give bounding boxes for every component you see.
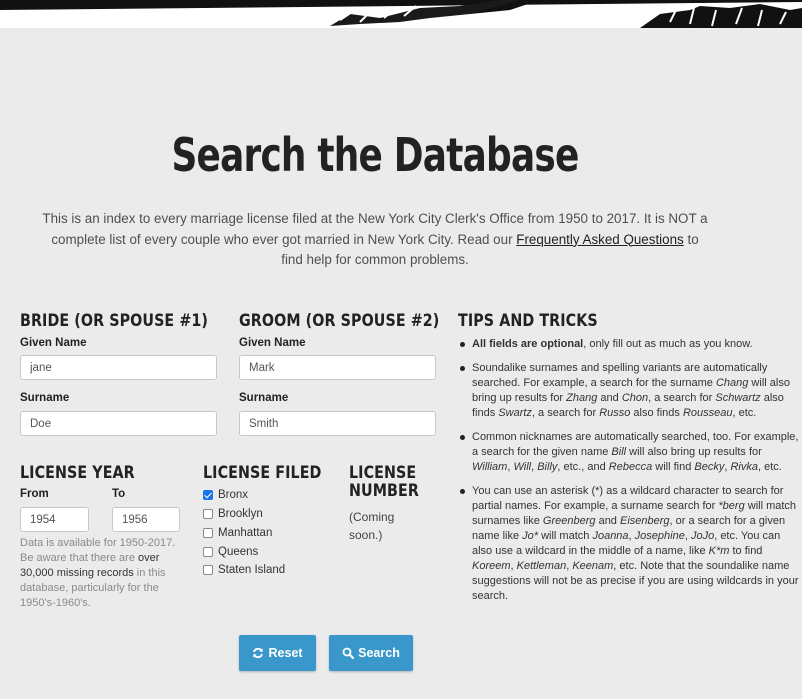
bronx-checkbox[interactable] <box>203 490 213 500</box>
bride-surname-label: Surname <box>20 392 70 404</box>
tip-example: Kettleman <box>516 560 567 572</box>
license-year-heading: LICENSE YEAR <box>20 463 135 483</box>
groom-given-label: Given Name <box>239 337 306 349</box>
queens-label: Queens <box>218 546 259 558</box>
intro-text: This is an index to every marriage licen… <box>40 209 710 271</box>
reset-button[interactable]: Reset <box>239 635 316 671</box>
borough-option-brooklyn[interactable]: Brooklyn <box>203 507 263 521</box>
bride-given-input[interactable] <box>20 355 217 380</box>
borough-option-manhattan[interactable]: Manhattan <box>203 526 272 540</box>
from-label: From <box>20 488 49 500</box>
groom-surname-input[interactable] <box>239 411 436 436</box>
tip-example: Chang <box>715 377 749 389</box>
tip-text: and <box>595 515 620 527</box>
year-availability-note: Data is available for 1950-2017. Be awar… <box>20 536 180 611</box>
tip-text: , a search for <box>531 407 600 419</box>
tip-example: *berg <box>718 500 745 512</box>
year-from-input[interactable] <box>20 507 89 532</box>
tip-example: Schwartz <box>715 392 761 404</box>
tip-item: Common nicknames are automatically searc… <box>458 430 802 475</box>
tip-item: You can use an asterisk (*) as a wildcar… <box>458 484 802 604</box>
tip-text: , etc. <box>732 407 757 419</box>
tips-heading: TIPS AND TRICKS <box>458 311 598 331</box>
search-button-label: Search <box>358 646 400 660</box>
tip-text: , only fill out as much as you know. <box>583 338 753 350</box>
groom-heading: GROOM (OR SPOUSE #2) <box>239 311 440 331</box>
groom-surname-label: Surname <box>239 392 289 404</box>
tip-example: Chon <box>621 392 649 404</box>
tip-example: Swartz <box>498 407 532 419</box>
tip-example: Rebecca <box>608 461 653 473</box>
manhattan-checkbox[interactable] <box>203 528 213 538</box>
tip-example: Jo* <box>522 530 539 542</box>
tips-list: All fields are optional, only fill out a… <box>458 337 802 613</box>
tip-example: K*m <box>708 545 730 557</box>
refresh-icon <box>253 647 264 659</box>
to-label: To <box>112 488 126 500</box>
brooklyn-label: Brooklyn <box>218 508 263 520</box>
tip-text: , etc. <box>757 461 782 473</box>
staten-island-checkbox[interactable] <box>203 565 213 575</box>
tip-text: , etc., and <box>557 461 609 473</box>
tip-example: Zhang <box>566 392 598 404</box>
manhattan-label: Manhattan <box>218 527 273 539</box>
groom-given-input[interactable] <box>239 355 436 380</box>
bride-given-label: Given Name <box>20 337 87 349</box>
tip-text: will find <box>652 461 695 473</box>
tip-example: Greenberg <box>542 515 596 527</box>
staten-island-label: Staten Island <box>218 564 286 576</box>
header-banner <box>0 0 802 28</box>
borough-option-queens[interactable]: Queens <box>203 545 258 559</box>
tip-text: also finds <box>630 407 683 419</box>
bride-surname-input[interactable] <box>20 411 217 436</box>
tip-text: will match <box>538 530 593 542</box>
tip-item: Soundalike surnames and spelling variant… <box>458 361 802 421</box>
tip-example: Eisenberg <box>619 515 670 527</box>
reset-button-label: Reset <box>268 646 303 660</box>
brooklyn-checkbox[interactable] <box>203 509 213 519</box>
faq-link[interactable]: Frequently Asked Questions <box>516 232 683 247</box>
year-to-input[interactable] <box>112 507 180 532</box>
borough-option-bronx[interactable]: Bronx <box>203 488 248 502</box>
tip-text: , a search for <box>648 392 716 404</box>
tip-example: Billy <box>537 461 558 473</box>
bronx-label: Bronx <box>218 489 249 501</box>
license-number-heading-line1: LICENSE <box>349 463 417 483</box>
tip-example: Becky <box>694 461 725 473</box>
search-button[interactable]: Search <box>329 635 413 671</box>
tip-example: Russo <box>599 407 631 419</box>
tip-text: and <box>597 392 622 404</box>
queens-checkbox[interactable] <box>203 547 213 557</box>
tip-example: Koreem <box>472 560 511 572</box>
license-number-heading-line2: NUMBER <box>349 481 419 501</box>
tip-item: All fields are optional, only fill out a… <box>458 337 802 352</box>
borough-option-staten-island[interactable]: Staten Island <box>203 563 285 577</box>
tip-bold: All fields are optional <box>472 338 584 350</box>
banner-artwork <box>0 0 802 28</box>
license-number-coming-soon: (Coming soon.) <box>349 510 395 542</box>
tip-example: William <box>472 461 508 473</box>
license-filed-heading: LICENSE FILED <box>203 463 322 483</box>
tip-example: Rivka <box>730 461 758 473</box>
tip-text: to find <box>729 545 763 557</box>
search-icon <box>342 647 355 659</box>
tip-example: Josephine <box>634 530 685 542</box>
tip-example: Bill <box>611 446 627 458</box>
bride-heading: BRIDE (OR SPOUSE #1) <box>20 311 209 331</box>
tip-example: Will <box>513 461 532 473</box>
page-title: Search the Database <box>171 128 579 182</box>
tip-example: JoJo <box>690 530 715 542</box>
tip-example: Rousseau <box>682 407 733 419</box>
tip-text: will also bring up results for <box>626 446 762 458</box>
tip-example: Keenam <box>572 560 614 572</box>
tip-example: Joanna <box>592 530 629 542</box>
